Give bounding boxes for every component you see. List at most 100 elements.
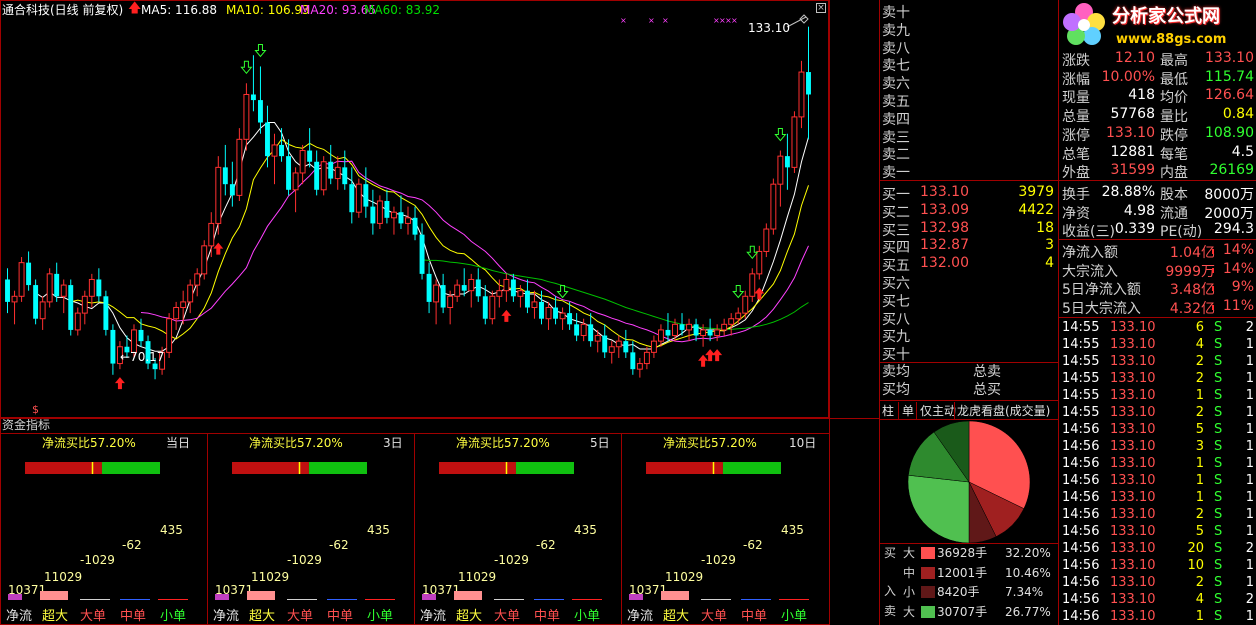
- tick-row: 14:55 133.10 6 S 2: [1060, 318, 1256, 336]
- quote-value: 418: [1128, 87, 1155, 104]
- flow-category-label: 小单: [367, 609, 393, 624]
- tick-time: 14:56: [1062, 558, 1100, 573]
- tick-row: 14:56 133.10 1 S 1: [1060, 488, 1256, 506]
- sell-avg-label: 卖均: [882, 364, 910, 380]
- tick-volume: 20: [1187, 541, 1204, 556]
- tick-row: 14:56 133.10 5 S 1: [1060, 420, 1256, 438]
- net-ratio-label: 净流买比57.20%: [42, 436, 136, 450]
- tick-row: 14:55 133.10 1 S 1: [1060, 386, 1256, 404]
- pie-legend-swatch: [921, 605, 935, 618]
- orderbook-level-label: 卖一: [882, 165, 910, 182]
- tick-price: 133.10: [1110, 575, 1156, 590]
- orderbook-sell-row: 卖一: [882, 161, 1056, 182]
- orderbook-volume: 4422: [1018, 201, 1054, 218]
- flower-logo-icon: [1063, 3, 1105, 45]
- buy-ratio-bar: [439, 462, 516, 474]
- tick-time: 14:56: [1062, 524, 1100, 539]
- tick-time: 14:56: [1062, 473, 1100, 488]
- tick-volume: 4: [1195, 592, 1204, 607]
- tick-time: 14:56: [1062, 609, 1100, 624]
- net-ratio-label: 净流买比57.20%: [456, 436, 550, 450]
- flow-category-label: 中单: [120, 609, 146, 624]
- tick-row: 14:56 133.10 10 S 1: [1060, 556, 1256, 574]
- orderbook-price: 133.10: [920, 184, 969, 200]
- tick-volume: 1: [1195, 456, 1204, 471]
- flow-category-label: 大单: [701, 609, 727, 624]
- flow-row: 5日净流入额 3.48亿 9%: [1060, 278, 1256, 298]
- pie-legend-size: 中: [903, 565, 916, 580]
- tick-count: 1: [1245, 524, 1254, 539]
- flow-value: -1029: [287, 553, 322, 567]
- tick-count: 1: [1245, 337, 1254, 352]
- tick-count: 1: [1245, 609, 1254, 624]
- quote-row: 现量 418 均价 126.64: [1060, 86, 1256, 106]
- tick-row: 14:56 133.10 2 S 1: [1060, 573, 1256, 591]
- tick-side: S: [1214, 524, 1223, 539]
- buy-ratio-bar: [232, 462, 309, 474]
- orderbook-price: 132.00: [920, 255, 969, 272]
- orderbook-buy-row: 买五 132.00 4: [882, 254, 1056, 274]
- tick-side: S: [1214, 422, 1223, 437]
- flow-value: -62: [329, 538, 349, 552]
- tab-active-only[interactable]: 仅主动: [920, 402, 956, 420]
- flow-bar: [494, 599, 524, 600]
- tab-bar[interactable]: 柱: [882, 402, 894, 420]
- orderbook-buy-row: 买八: [882, 308, 1056, 328]
- pie-legend-swatch: [921, 547, 935, 559]
- orderbook-sell-row: 卖十: [882, 1, 1056, 21]
- flow-category-label: 超大: [663, 609, 689, 624]
- flow-value: -62: [122, 538, 142, 552]
- tick-price: 133.10: [1110, 609, 1156, 624]
- quote-value: 57768: [1110, 106, 1155, 123]
- tick-time: 14:56: [1062, 422, 1100, 437]
- quote-row: 总量 57768 量比 0.84: [1060, 105, 1256, 125]
- tick-price: 133.10: [1110, 422, 1156, 437]
- quote-value: 133.10: [1106, 124, 1155, 141]
- quote-value: 133.10: [1205, 50, 1254, 66]
- flow-bar-icon: [1212, 305, 1214, 311]
- tick-count: 2: [1245, 592, 1254, 607]
- flow-category-label: 超大: [42, 609, 68, 624]
- sell-label-1: 卖: [884, 604, 897, 618]
- quote-value: 4.5: [1231, 143, 1254, 160]
- tick-side: S: [1214, 541, 1223, 556]
- quote-row: 涨跌 12.10 最高 133.10: [1060, 49, 1256, 69]
- tick-count: 1: [1245, 388, 1254, 403]
- tick-volume: 2: [1195, 405, 1204, 420]
- tick-count: 1: [1245, 490, 1254, 505]
- pie-legend-volume: 8420手: [937, 585, 980, 599]
- tick-price: 133.10: [1110, 507, 1156, 522]
- flow-value: 4.32亿: [1169, 301, 1215, 318]
- flow-key: 5日大宗流入: [1062, 301, 1141, 318]
- tick-row: 14:55 133.10 2 S 1: [1060, 352, 1256, 370]
- tick-price: 133.10: [1110, 524, 1156, 539]
- total-sell-label: 总卖: [973, 364, 1001, 380]
- fundamental-value: 28.88%: [1101, 184, 1155, 200]
- tick-volume: 1: [1195, 609, 1204, 624]
- flow-value: 435: [367, 523, 390, 537]
- orderbook-price: 132.98: [920, 219, 969, 236]
- orderbook-volume: 3979: [1018, 184, 1054, 200]
- tab-dragon-tiger[interactable]: 龙虎看盘(成交量): [957, 402, 1050, 420]
- quote-value: 31599: [1110, 162, 1155, 179]
- flow-bar: [8, 594, 22, 600]
- pie-legend-volume: 30707手: [937, 604, 988, 619]
- flow-bar: [158, 599, 188, 600]
- flow-value: 11029: [458, 570, 496, 584]
- flow-category-label: 大单: [287, 609, 313, 624]
- buy-avg-label: 买均: [882, 382, 910, 398]
- quote-row: 外盘 31599 内盘 26169: [1060, 161, 1256, 181]
- flow-bar: [215, 594, 229, 600]
- tick-count: 2: [1245, 320, 1254, 335]
- period-label: 当日: [166, 436, 190, 450]
- sell-ratio-bar: [515, 462, 574, 474]
- tab-single[interactable]: 单: [902, 402, 914, 420]
- flow-bar: [327, 599, 357, 600]
- tick-side: S: [1214, 609, 1223, 624]
- pie-legend-volume: 36928手: [937, 546, 988, 560]
- tick-row: 14:56 133.10 1 S 1: [1060, 607, 1256, 625]
- flow-bar: [422, 594, 436, 600]
- flow-bar: [629, 594, 643, 600]
- tick-price: 133.10: [1110, 592, 1156, 607]
- flow-percent: 11%: [1222, 298, 1254, 315]
